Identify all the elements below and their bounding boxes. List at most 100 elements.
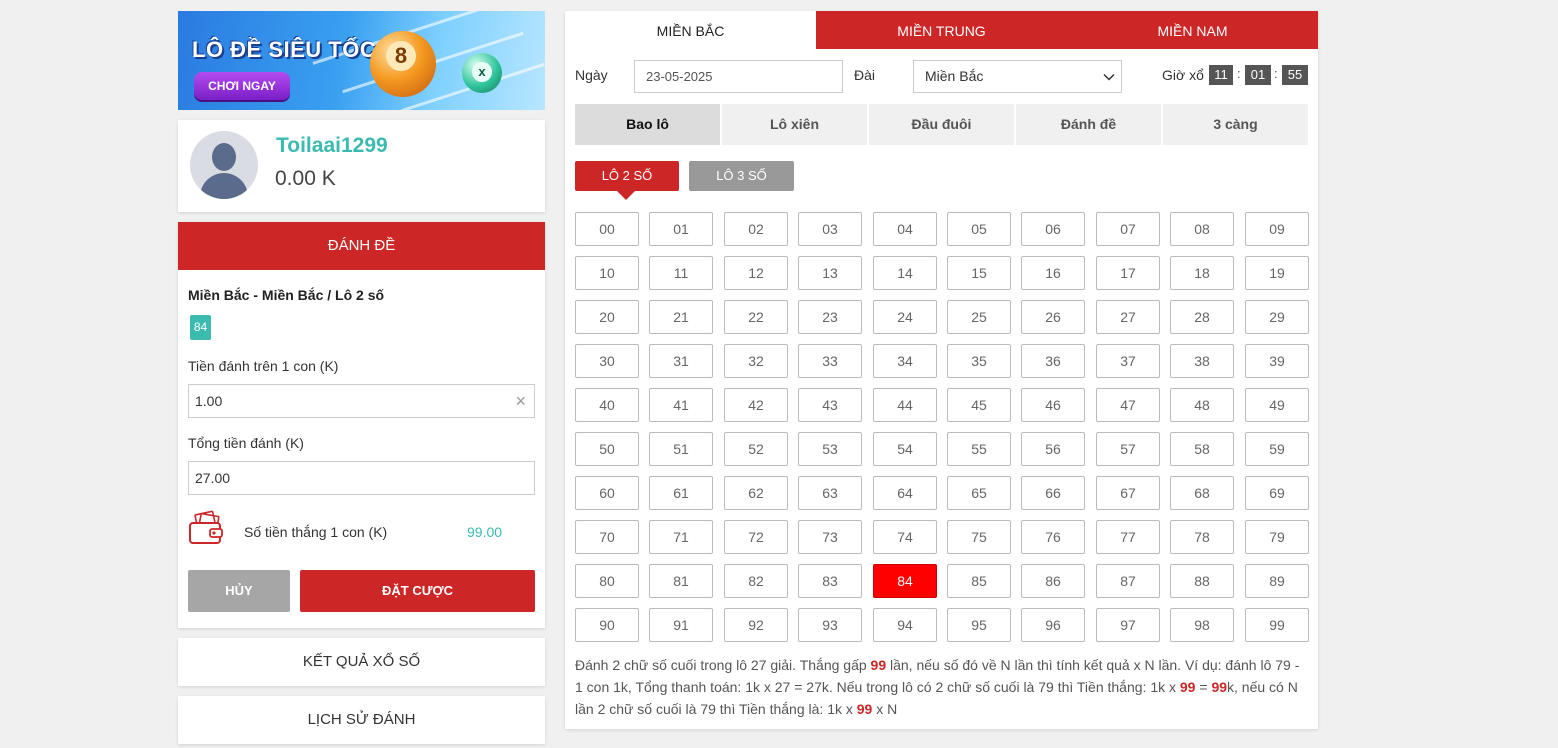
number-cell-30[interactable]: 30: [575, 344, 639, 378]
tab-dau-duoi[interactable]: Đầu đuôi: [869, 104, 1014, 145]
number-cell-89[interactable]: 89: [1245, 564, 1309, 598]
number-cell-47[interactable]: 47: [1096, 388, 1160, 422]
place-bet-button[interactable]: ĐẶT CƯỢC: [300, 570, 535, 612]
number-cell-02[interactable]: 02: [724, 212, 788, 246]
number-cell-16[interactable]: 16: [1021, 256, 1085, 290]
number-cell-08[interactable]: 08: [1170, 212, 1234, 246]
number-cell-43[interactable]: 43: [798, 388, 862, 422]
number-cell-86[interactable]: 86: [1021, 564, 1085, 598]
number-cell-90[interactable]: 90: [575, 608, 639, 642]
number-cell-18[interactable]: 18: [1170, 256, 1234, 290]
number-cell-24[interactable]: 24: [873, 300, 937, 334]
number-cell-97[interactable]: 97: [1096, 608, 1160, 642]
number-cell-23[interactable]: 23: [798, 300, 862, 334]
number-cell-83[interactable]: 83: [798, 564, 862, 598]
lottery-results-link[interactable]: KẾT QUẢ XỔ SỐ: [178, 638, 545, 686]
number-cell-41[interactable]: 41: [649, 388, 713, 422]
number-cell-79[interactable]: 79: [1245, 520, 1309, 554]
number-cell-68[interactable]: 68: [1170, 476, 1234, 510]
number-cell-63[interactable]: 63: [798, 476, 862, 510]
number-cell-14[interactable]: 14: [873, 256, 937, 290]
number-cell-95[interactable]: 95: [947, 608, 1011, 642]
number-cell-96[interactable]: 96: [1021, 608, 1085, 642]
number-cell-66[interactable]: 66: [1021, 476, 1085, 510]
number-cell-46[interactable]: 46: [1021, 388, 1085, 422]
number-cell-51[interactable]: 51: [649, 432, 713, 466]
number-cell-15[interactable]: 15: [947, 256, 1011, 290]
number-cell-05[interactable]: 05: [947, 212, 1011, 246]
number-cell-32[interactable]: 32: [724, 344, 788, 378]
number-cell-59[interactable]: 59: [1245, 432, 1309, 466]
number-cell-25[interactable]: 25: [947, 300, 1011, 334]
number-cell-57[interactable]: 57: [1096, 432, 1160, 466]
number-cell-36[interactable]: 36: [1021, 344, 1085, 378]
number-cell-27[interactable]: 27: [1096, 300, 1160, 334]
number-cell-04[interactable]: 04: [873, 212, 937, 246]
number-cell-78[interactable]: 78: [1170, 520, 1234, 554]
number-cell-98[interactable]: 98: [1170, 608, 1234, 642]
number-cell-11[interactable]: 11: [649, 256, 713, 290]
number-cell-70[interactable]: 70: [575, 520, 639, 554]
number-cell-77[interactable]: 77: [1096, 520, 1160, 554]
number-cell-12[interactable]: 12: [724, 256, 788, 290]
number-cell-62[interactable]: 62: [724, 476, 788, 510]
cancel-button[interactable]: HỦY: [188, 570, 290, 612]
number-cell-22[interactable]: 22: [724, 300, 788, 334]
station-select[interactable]: Miền Bắc: [913, 60, 1122, 93]
tab-bao-lo[interactable]: Bao lô: [575, 104, 720, 145]
number-cell-71[interactable]: 71: [649, 520, 713, 554]
number-cell-88[interactable]: 88: [1170, 564, 1234, 598]
number-cell-42[interactable]: 42: [724, 388, 788, 422]
number-cell-45[interactable]: 45: [947, 388, 1011, 422]
number-cell-06[interactable]: 06: [1021, 212, 1085, 246]
number-cell-35[interactable]: 35: [947, 344, 1011, 378]
clear-icon[interactable]: ×: [515, 385, 526, 417]
number-cell-26[interactable]: 26: [1021, 300, 1085, 334]
number-cell-72[interactable]: 72: [724, 520, 788, 554]
number-cell-56[interactable]: 56: [1021, 432, 1085, 466]
number-cell-29[interactable]: 29: [1245, 300, 1309, 334]
tab-danh-de[interactable]: Đánh đề: [1016, 104, 1161, 145]
total-field[interactable]: 27.00: [188, 461, 535, 495]
number-cell-91[interactable]: 91: [649, 608, 713, 642]
number-cell-92[interactable]: 92: [724, 608, 788, 642]
number-cell-54[interactable]: 54: [873, 432, 937, 466]
number-cell-76[interactable]: 76: [1021, 520, 1085, 554]
number-cell-31[interactable]: 31: [649, 344, 713, 378]
promo-banner[interactable]: LÔ ĐỀ SIÊU TỐC CHƠI NGAY 8 x: [178, 11, 545, 110]
tab-mien-nam[interactable]: MIỀN NAM: [1067, 11, 1318, 49]
number-cell-37[interactable]: 37: [1096, 344, 1160, 378]
number-cell-40[interactable]: 40: [575, 388, 639, 422]
stake-input[interactable]: 1.00 ×: [188, 384, 535, 418]
number-cell-60[interactable]: 60: [575, 476, 639, 510]
number-cell-34[interactable]: 34: [873, 344, 937, 378]
number-cell-19[interactable]: 19: [1245, 256, 1309, 290]
number-cell-84[interactable]: 84: [873, 564, 937, 598]
tab-3-cang[interactable]: 3 càng: [1163, 104, 1308, 145]
number-cell-93[interactable]: 93: [798, 608, 862, 642]
number-cell-61[interactable]: 61: [649, 476, 713, 510]
number-cell-85[interactable]: 85: [947, 564, 1011, 598]
tab-mien-bac[interactable]: MIỀN BẮC: [565, 11, 816, 49]
number-cell-80[interactable]: 80: [575, 564, 639, 598]
bet-history-link[interactable]: LỊCH SỬ ĐÁNH: [178, 696, 545, 744]
number-cell-48[interactable]: 48: [1170, 388, 1234, 422]
number-cell-07[interactable]: 07: [1096, 212, 1160, 246]
number-cell-44[interactable]: 44: [873, 388, 937, 422]
number-cell-39[interactable]: 39: [1245, 344, 1309, 378]
number-cell-94[interactable]: 94: [873, 608, 937, 642]
number-cell-28[interactable]: 28: [1170, 300, 1234, 334]
number-cell-49[interactable]: 49: [1245, 388, 1309, 422]
number-cell-58[interactable]: 58: [1170, 432, 1234, 466]
number-cell-65[interactable]: 65: [947, 476, 1011, 510]
number-cell-13[interactable]: 13: [798, 256, 862, 290]
number-cell-55[interactable]: 55: [947, 432, 1011, 466]
tab-lo-xien[interactable]: Lô xiên: [722, 104, 867, 145]
number-cell-33[interactable]: 33: [798, 344, 862, 378]
number-cell-38[interactable]: 38: [1170, 344, 1234, 378]
number-cell-69[interactable]: 69: [1245, 476, 1309, 510]
number-cell-64[interactable]: 64: [873, 476, 937, 510]
banner-play-button[interactable]: CHƠI NGAY: [194, 72, 290, 100]
number-cell-53[interactable]: 53: [798, 432, 862, 466]
number-cell-00[interactable]: 00: [575, 212, 639, 246]
